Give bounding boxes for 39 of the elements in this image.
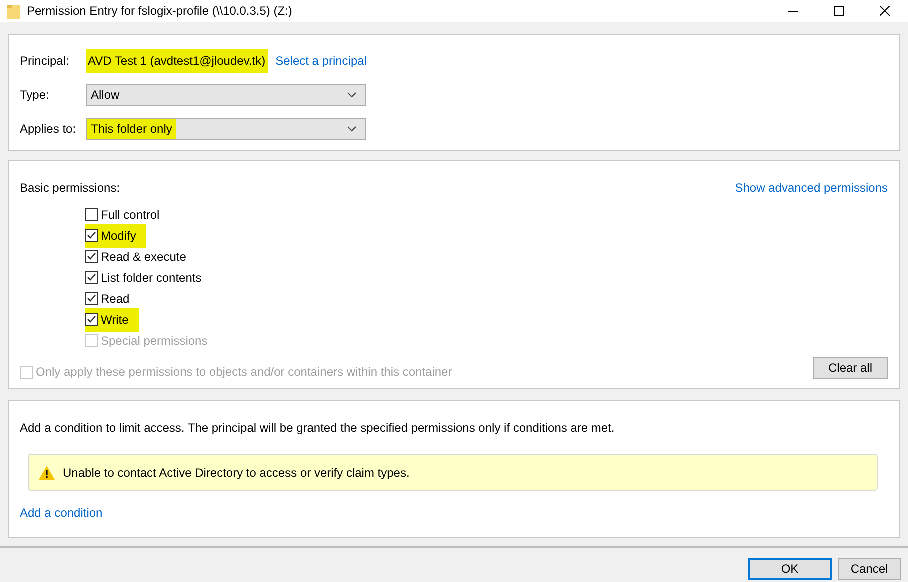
close-icon [880,6,890,16]
conditions-description: Add a condition to limit access. The principal will be granted the specified permissions only if conditions are met. [20,420,616,437]
field-label: Principal: [20,53,70,70]
dialog-button[interactable]: Cancel [838,558,901,580]
checkbox[interactable] [85,313,98,326]
dropdown[interactable]: Allow [86,84,366,106]
minimize-icon [788,10,798,12]
window-title: Permission Entry for fslogix-profile (\\10.0.3.5) (Z:) [27,3,292,20]
checkbox-label: List folder contents [101,270,202,286]
checkbox-label: Write [101,312,129,328]
chevron-down-icon [347,126,357,132]
checkbox-label: Only apply these permissions to objects and/or containers within this container [36,364,452,381]
checkbox-label: Read [101,290,130,308]
checkbox[interactable] [85,292,98,305]
folder-icon [7,4,20,18]
maximize-icon [834,6,844,16]
section-label: Basic permissions: [20,180,120,197]
checkbox[interactable] [85,271,98,284]
add-condition-link[interactable]: Add a condition [20,504,103,522]
field-label: Applies to: [20,121,78,138]
dialog-button[interactable]: OK [748,558,832,580]
dropdown-value: Allow [90,87,121,104]
dropdown-value: This folder only [87,119,176,139]
checkbox[interactable] [85,250,98,263]
warning-message: Unable to contact Active Directory to access or verify claim types. [63,464,410,482]
checkbox-label: Special permissions [101,332,208,350]
chevron-down-icon [347,92,357,98]
checkbox-label: Full control [101,206,160,224]
checkbox-label: Modify [101,228,136,244]
select-principal-link[interactable]: Select a principal [276,52,367,70]
field-label: Type: [20,87,50,104]
checkbox[interactable] [85,229,98,242]
warning-icon [39,466,55,480]
dropdown[interactable]: This folder only [86,118,366,140]
clear-all-button[interactable]: Clear all [813,357,888,379]
advanced-permissions-link[interactable]: Show advanced permissions [735,179,888,197]
checkbox-label: Read & execute [101,248,186,266]
principal-name: AVD Test 1 (avdtest1@jloudev.tk) [86,49,268,73]
checkbox[interactable] [85,208,98,221]
